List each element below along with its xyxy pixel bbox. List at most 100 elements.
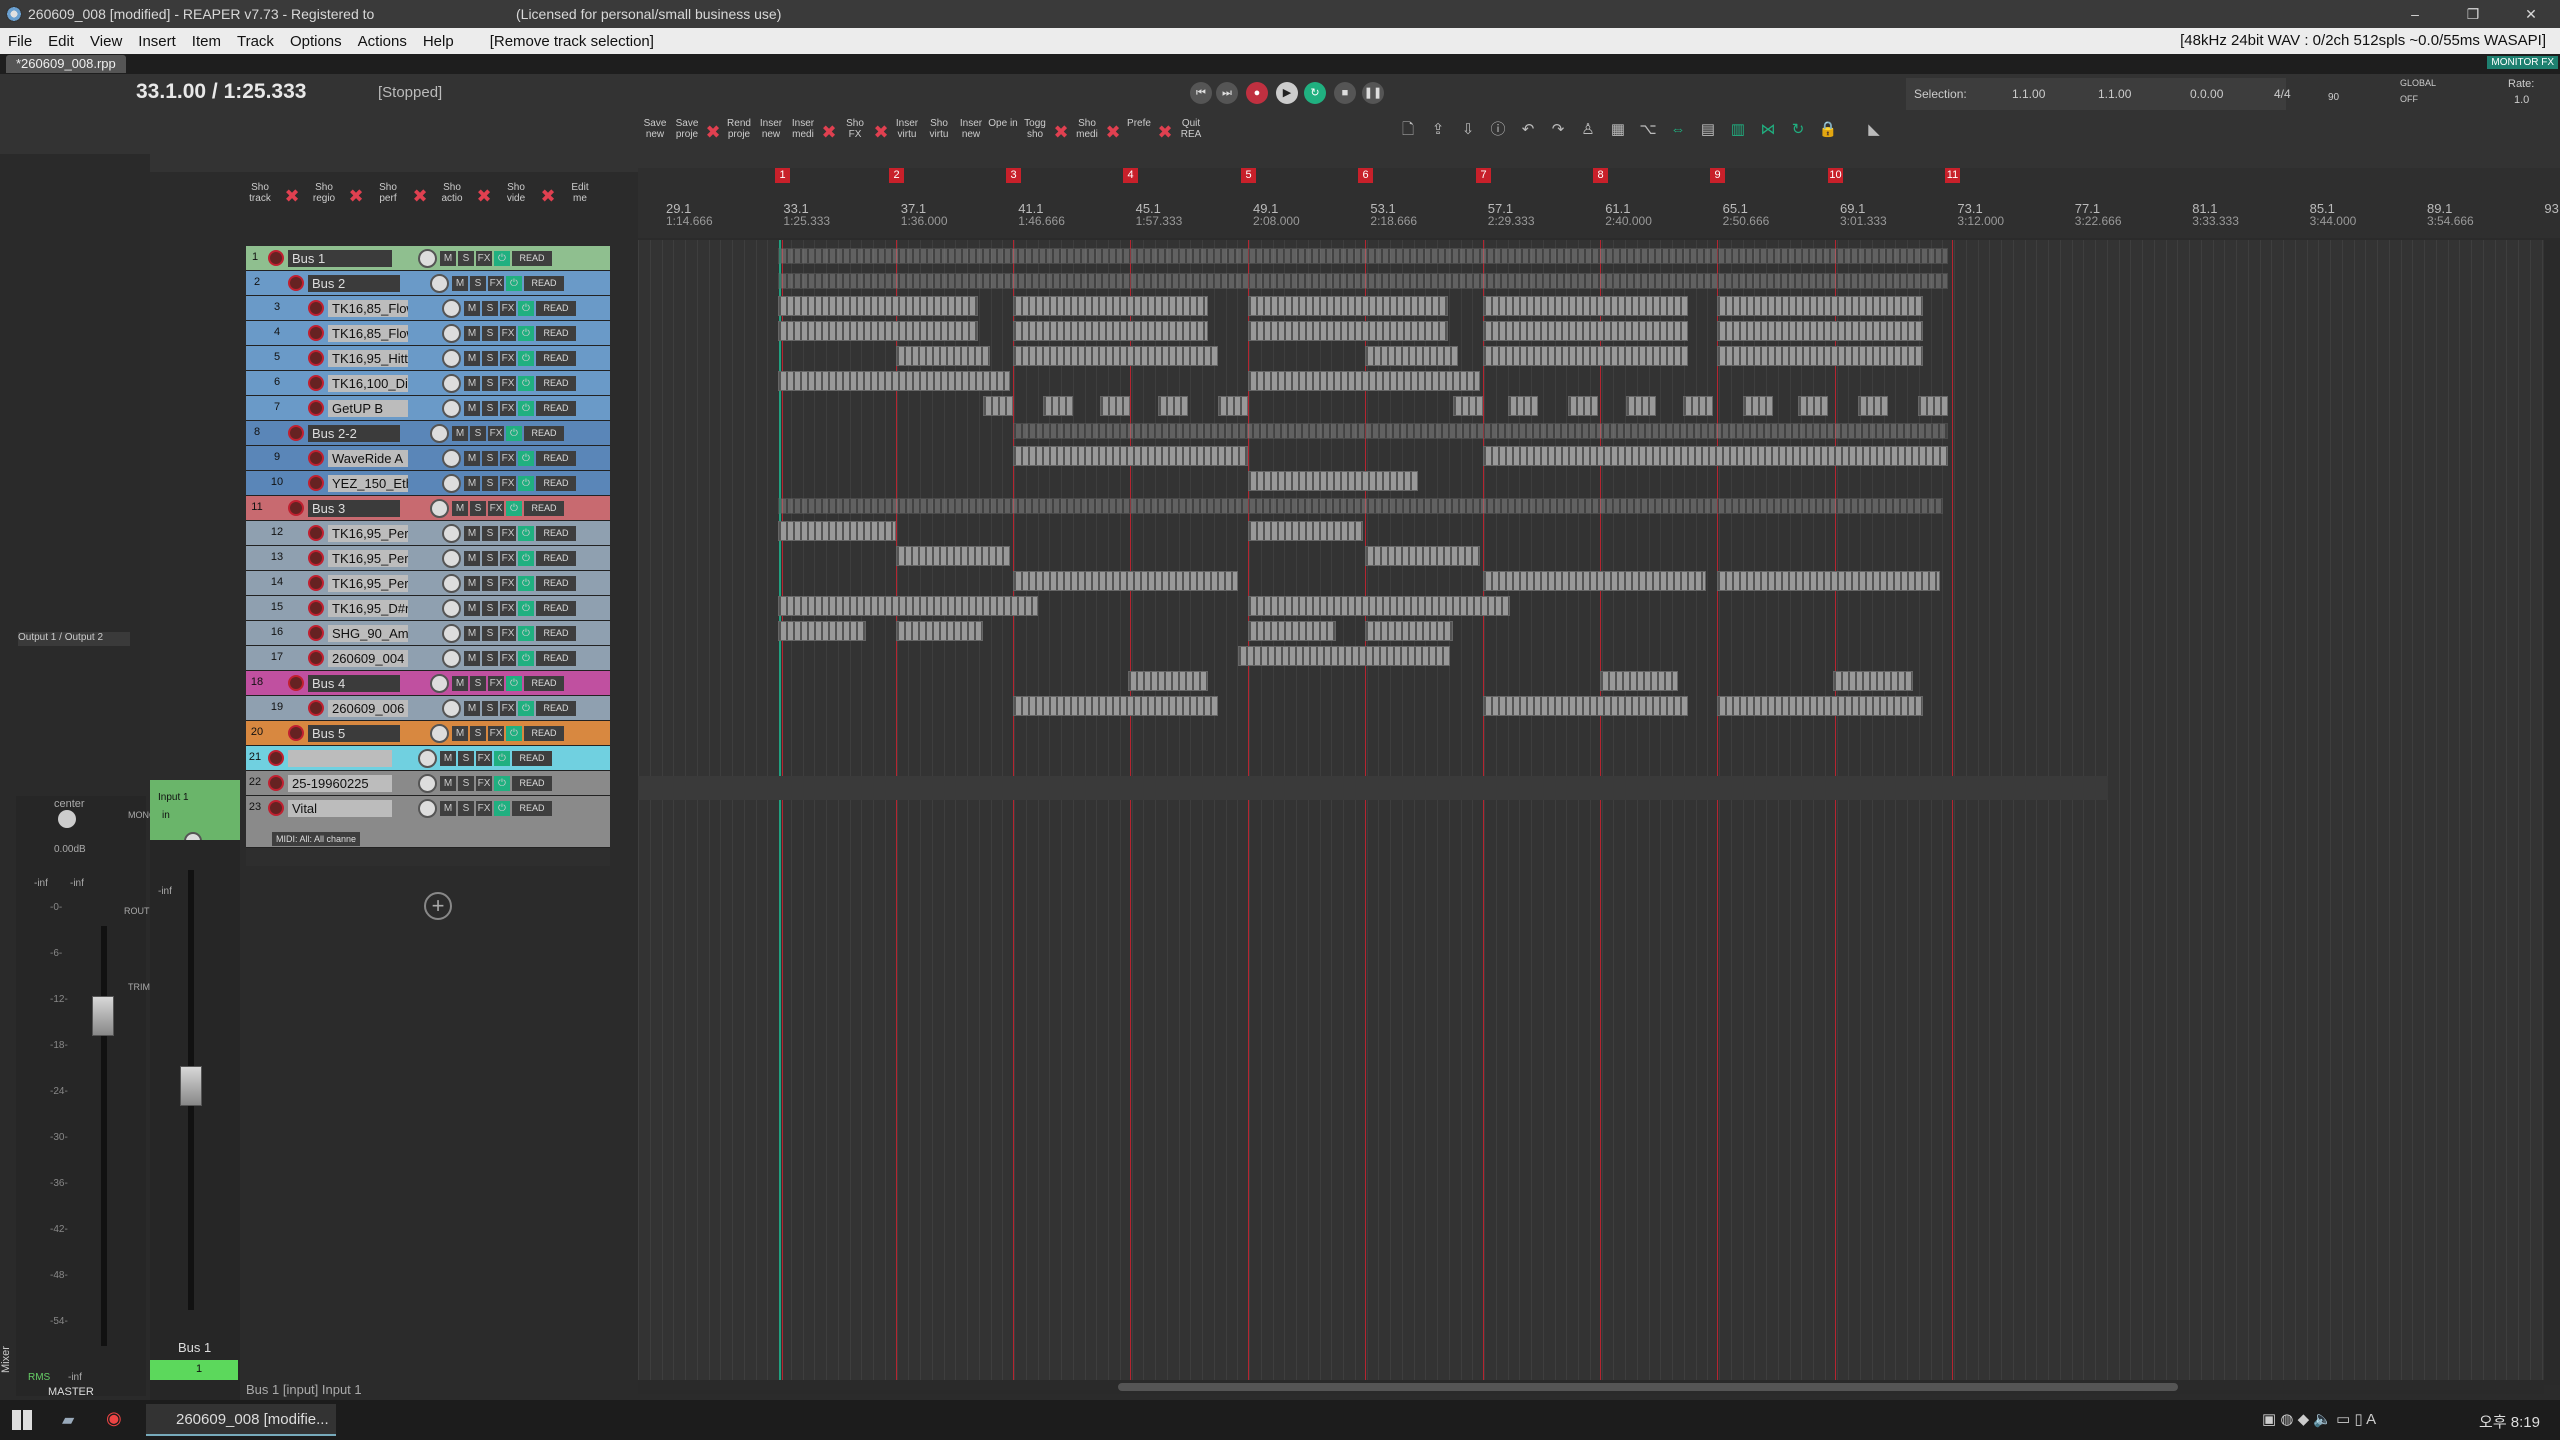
solo-button[interactable]: S [458,776,474,791]
minimize-button[interactable]: – [2386,0,2444,28]
fx-button[interactable]: FX [500,476,516,491]
mute-button[interactable]: M [464,551,480,566]
tcp-action[interactable]: Sho perf [374,182,402,210]
fx-bypass-button[interactable]: ⏻ [494,801,510,816]
monitor-fx-button[interactable]: MONITOR FX [2487,56,2558,69]
automation-read-button[interactable]: READ [536,376,576,391]
selection-length[interactable]: 0.0.00 [2190,87,2223,101]
media-item[interactable] [1508,396,1538,416]
playhead-cursor[interactable] [779,240,781,1385]
track-row[interactable]: 7 GetUP B M S FX ⏻ READ [246,396,610,421]
fx-bypass-button[interactable]: ⏻ [506,276,522,291]
fx-button[interactable]: FX [500,551,516,566]
solo-button[interactable]: S [470,726,486,741]
automation-read-button[interactable]: READ [536,701,576,716]
media-item[interactable] [1248,371,1480,391]
media-item[interactable] [896,621,983,641]
track-row[interactable]: 22 25-19960225 M S FX ⏻ READ [246,771,610,796]
track-name[interactable]: TK16,85_Flow_Drun [328,325,408,342]
media-item[interactable] [1100,396,1130,416]
midi-input-select[interactable]: MIDI: All: All channe [272,832,361,846]
undo-icon[interactable]: ↶ [1516,118,1540,142]
mute-button[interactable]: M [440,751,456,766]
record-arm-icon[interactable] [308,700,324,716]
track-row[interactable]: 12 TK16,95_Percs_Co MSFX⏻READ [246,521,610,546]
stop-button[interactable]: ■ [1334,82,1356,104]
media-item[interactable] [1483,571,1706,591]
envelope-icon[interactable]: ◣ [1862,118,1886,142]
menu-file[interactable]: File [0,33,40,50]
toolbar-action[interactable]: Rend proje [724,118,754,146]
region-marker[interactable]: 5 [1241,168,1256,183]
volume-knob[interactable] [442,699,461,718]
track-row[interactable]: 2 Bus 2 M S FX ⏻ READ [246,271,610,296]
track-row[interactable]: 21 M S FX ⏻ READ [246,746,610,771]
track-row[interactable]: 8 Bus 2-2 M S FX ⏻ READ [246,421,610,446]
automation-read-button[interactable]: READ [524,276,564,291]
media-item[interactable] [1717,696,1923,716]
media-item[interactable] [1013,446,1248,466]
track-row[interactable]: 10 YEZ_150_Ether_Cla MSFX⏻READ [246,471,610,496]
fx-bypass-button[interactable]: ⏻ [518,626,534,641]
fx-button[interactable]: FX [500,701,516,716]
fx-bypass-button[interactable]: ⏻ [518,651,534,666]
grid-icon[interactable]: ▥ [1726,118,1750,142]
fx-bypass-button[interactable]: ⏻ [506,426,522,441]
time-display[interactable]: 33.1.00 / 1:25.333 [136,80,306,104]
automation-global-label[interactable]: GLOBAL [2400,78,2436,88]
solo-button[interactable]: S [458,251,474,266]
fx-button[interactable]: FX [476,776,492,791]
automation-read-button[interactable]: READ [536,551,576,566]
fx-button[interactable]: FX [476,251,492,266]
track-name[interactable]: 260609_004 [328,650,408,667]
record-button[interactable]: ● [1246,82,1268,104]
automation-read-button[interactable]: READ [524,726,564,741]
fx-button[interactable]: FX [500,451,516,466]
play-button[interactable]: ▶ [1276,82,1298,104]
media-item[interactable] [1043,396,1073,416]
mute-button[interactable]: M [440,776,456,791]
fx-button[interactable]: FX [500,601,516,616]
trim-button[interactable]: TRIM [128,982,150,992]
media-item[interactable] [1483,321,1688,341]
toolbar-action[interactable]: Inser medi [788,118,818,146]
repeat-button[interactable]: ↻ [1304,82,1326,104]
fx-bypass-button[interactable]: ⏻ [494,776,510,791]
volume-knob[interactable] [442,449,461,468]
mute-button[interactable]: M [464,576,480,591]
toolbar-action[interactable]: Prefe [1124,118,1154,146]
master-fader-track[interactable] [101,926,107,1346]
mute-button[interactable]: M [452,276,468,291]
volume-knob[interactable] [442,649,461,668]
record-arm-icon[interactable] [268,750,284,766]
track-row[interactable]: 16 SHG_90_Am_Cryst MSFX⏻READ [246,621,610,646]
volume-knob[interactable] [442,624,461,643]
tcp-action[interactable]: Sho actio [438,182,466,210]
media-item[interactable] [778,596,1038,616]
volume-knob[interactable] [442,549,461,568]
volume-knob[interactable] [442,374,461,393]
mute-button[interactable]: M [452,426,468,441]
track-name[interactable]: TK16,95_Percs_Co [328,525,408,542]
track-name[interactable]: GetUP B [328,400,408,417]
record-arm-icon[interactable] [288,425,304,441]
tcp-action[interactable]: Sho regio [310,182,338,210]
mute-button[interactable]: M [464,476,480,491]
media-item[interactable] [778,621,866,641]
media-item[interactable] [1365,546,1480,566]
track-name[interactable]: TK16,95_D#m_Lea [328,600,408,617]
auto-crossfade-icon[interactable]: ⋈ [1756,118,1780,142]
record-arm-icon[interactable] [308,650,324,666]
solo-button[interactable]: S [470,426,486,441]
fx-button[interactable]: FX [500,301,516,316]
region-marker[interactable]: 10 [1828,168,1843,183]
volume-knob[interactable] [442,299,461,318]
toolbar-action[interactable]: Inser new [756,118,786,146]
fx-bypass-button[interactable]: ⏻ [518,551,534,566]
toolbar-action[interactable]: Sho medi [1072,118,1102,146]
vertical-scrollbar[interactable] [2544,240,2560,1385]
record-arm-icon[interactable] [308,400,324,416]
media-item[interactable] [1600,671,1678,691]
horizontal-scrollbar[interactable] [638,1380,2544,1394]
mute-button[interactable]: M [440,801,456,816]
